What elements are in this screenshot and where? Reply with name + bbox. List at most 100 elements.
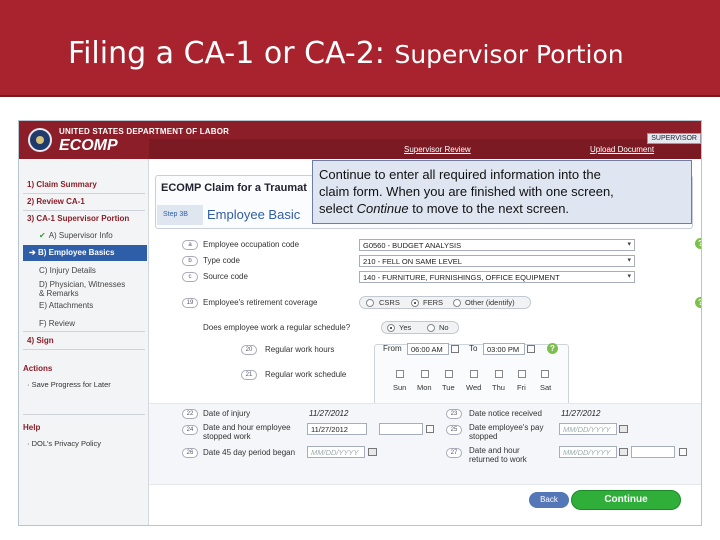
left-nav: 1) Claim Summary 2) Review CA-1 3) CA-1 … bbox=[19, 159, 149, 525]
to-time-input[interactable]: 03:00 PM bbox=[483, 343, 525, 355]
hour-returned-input[interactable] bbox=[631, 446, 675, 458]
from-label: From bbox=[383, 344, 402, 353]
date-stopped-label-2: stopped work bbox=[203, 432, 251, 441]
nav-divider bbox=[23, 349, 145, 350]
help-icon[interactable]: ? bbox=[695, 238, 701, 249]
nav-review-ca1[interactable]: 2) Review CA-1 bbox=[27, 197, 85, 206]
no-radio[interactable] bbox=[427, 324, 435, 332]
nav-claim-summary[interactable]: 1) Claim Summary bbox=[27, 180, 97, 189]
csrs-label: CSRS bbox=[379, 298, 400, 307]
nav-attachments[interactable]: E) Attachments bbox=[39, 301, 93, 310]
nav-physician-witnesses[interactable]: D) Physician, Witnesses bbox=[39, 280, 125, 289]
csrs-radio[interactable] bbox=[366, 299, 374, 307]
top-link-bar: Supervisor Review Upload Document bbox=[149, 139, 701, 159]
ecomp-header: UNITED STATES DEPARTMENT OF LABOR ECOMP … bbox=[19, 121, 701, 159]
date-of-injury-label: Date of injury bbox=[203, 409, 251, 418]
date-returned-input[interactable]: MM/DD/YYYY bbox=[559, 446, 617, 458]
supervisor-review-link[interactable]: Supervisor Review bbox=[404, 145, 471, 154]
day-label: Sat bbox=[540, 383, 552, 392]
nav-employee-basics[interactable]: ➔ B) Employee Basics bbox=[23, 245, 147, 261]
hour-stopped-input[interactable] bbox=[379, 423, 423, 435]
nav-injury-details[interactable]: C) Injury Details bbox=[39, 266, 96, 275]
stepper-icon[interactable] bbox=[527, 345, 535, 353]
tue-checkbox[interactable] bbox=[445, 370, 453, 378]
yes-label: Yes bbox=[399, 323, 412, 332]
role-badge: SUPERVISOR bbox=[647, 133, 701, 144]
date-stopped-label: Date and hour employee bbox=[203, 423, 291, 432]
day-label: Mon bbox=[417, 383, 432, 392]
regular-schedule-label: Does employee work a regular schedule? bbox=[203, 323, 351, 332]
occupation-code-value: G0560 - BUDGET ANALYSIS bbox=[363, 241, 462, 250]
date-notice-label: Date notice received bbox=[469, 409, 542, 418]
to-label: To bbox=[469, 344, 478, 353]
callout-line-2: claim form. When you are finished with o… bbox=[319, 184, 614, 199]
calendar-icon[interactable] bbox=[619, 448, 628, 456]
date-pay-stopped-input[interactable]: MM/DD/YYYY bbox=[559, 423, 617, 435]
wed-checkbox[interactable] bbox=[470, 370, 478, 378]
source-code-label: Source code bbox=[203, 272, 248, 281]
date-pay-stopped-label: Date employee's pay bbox=[469, 423, 544, 432]
date-returned-label-2: returned to work bbox=[469, 455, 527, 464]
occupation-code-select[interactable]: G0560 - BUDGET ANALYSIS ▾ bbox=[359, 239, 635, 251]
type-code-select[interactable]: 210 - FELL ON SAME LEVEL ▾ bbox=[359, 255, 635, 267]
field-number: 26 bbox=[182, 448, 198, 458]
help-icon[interactable]: ? bbox=[547, 343, 558, 354]
yes-radio[interactable] bbox=[387, 324, 395, 332]
source-code-value: 140 - FURNITURE, FURNISHINGS, OFFICE EQU… bbox=[363, 273, 560, 282]
save-progress-link[interactable]: · Save Progress for Later bbox=[27, 380, 111, 389]
actions-heading: Actions bbox=[23, 364, 53, 373]
date-stopped-input[interactable]: 11/27/2012 bbox=[307, 423, 367, 435]
nav-divider bbox=[23, 414, 145, 415]
slide-title-sub: Supervisor Portion bbox=[394, 40, 624, 69]
field-number: c bbox=[182, 272, 198, 282]
other-radio[interactable] bbox=[453, 299, 461, 307]
privacy-policy-link[interactable]: · DOL's Privacy Policy bbox=[27, 439, 101, 448]
date-45-day-input[interactable]: MM/DD/YYYY bbox=[307, 446, 365, 458]
occupation-code-label: Employee occupation code bbox=[203, 240, 300, 249]
fers-label: FERS bbox=[423, 298, 444, 307]
dropdown-arrow-icon: ▾ bbox=[627, 257, 631, 264]
stepper-icon[interactable] bbox=[679, 448, 687, 456]
day-label: Tue bbox=[442, 383, 455, 392]
nav-supervisor-info[interactable]: A) Supervisor Info bbox=[39, 231, 113, 240]
ecomp-logo[interactable]: ECOMP bbox=[59, 137, 118, 155]
sat-checkbox[interactable] bbox=[541, 370, 549, 378]
upload-document-link[interactable]: Upload Document bbox=[590, 145, 654, 154]
stepper-icon[interactable] bbox=[426, 425, 434, 433]
field-number: 23 bbox=[446, 409, 462, 419]
department-name: UNITED STATES DEPARTMENT OF LABOR bbox=[59, 127, 230, 136]
calendar-icon[interactable] bbox=[619, 425, 628, 433]
work-schedule-label: Regular work schedule bbox=[265, 370, 347, 379]
day-label: Sun bbox=[393, 383, 407, 392]
source-code-select[interactable]: 140 - FURNITURE, FURNISHINGS, OFFICE EQU… bbox=[359, 271, 635, 283]
stepper-icon[interactable] bbox=[451, 345, 459, 353]
mon-checkbox[interactable] bbox=[421, 370, 429, 378]
fers-radio[interactable] bbox=[411, 299, 419, 307]
help-heading: Help bbox=[23, 423, 41, 432]
sun-checkbox[interactable] bbox=[396, 370, 404, 378]
nav-sign[interactable]: 4) Sign bbox=[27, 336, 54, 345]
callout-line-1: Continue to enter all required informati… bbox=[319, 167, 601, 182]
type-code-label: Type code bbox=[203, 256, 240, 265]
nav-review[interactable]: F) Review bbox=[39, 319, 75, 328]
help-icon[interactable]: ? bbox=[695, 297, 701, 308]
instruction-callout: Continue to enter all required informati… bbox=[312, 160, 692, 224]
field-number: 22 bbox=[182, 409, 198, 419]
from-time-input[interactable]: 06:00 AM bbox=[407, 343, 449, 355]
nav-divider bbox=[23, 193, 145, 194]
calendar-icon[interactable] bbox=[368, 448, 377, 456]
nav-remarks[interactable]: & Remarks bbox=[39, 289, 79, 298]
type-code-value: 210 - FELL ON SAME LEVEL bbox=[363, 257, 462, 266]
back-button[interactable]: Back bbox=[529, 492, 569, 508]
fri-checkbox[interactable] bbox=[518, 370, 526, 378]
other-label: Other (identify) bbox=[465, 298, 515, 307]
date-45-day-label: Date 45 day period began bbox=[203, 448, 296, 457]
thu-checkbox[interactable] bbox=[495, 370, 503, 378]
field-number: 24 bbox=[182, 425, 198, 435]
dropdown-arrow-icon: ▾ bbox=[627, 241, 631, 248]
nav-supervisor-portion[interactable]: 3) CA-1 Supervisor Portion bbox=[27, 214, 129, 223]
field-number: 21 bbox=[241, 370, 257, 380]
continue-button[interactable]: Continue bbox=[571, 490, 681, 510]
callout-emphasis: Continue bbox=[356, 201, 409, 216]
date-notice-value: 11/27/2012 bbox=[561, 409, 601, 418]
